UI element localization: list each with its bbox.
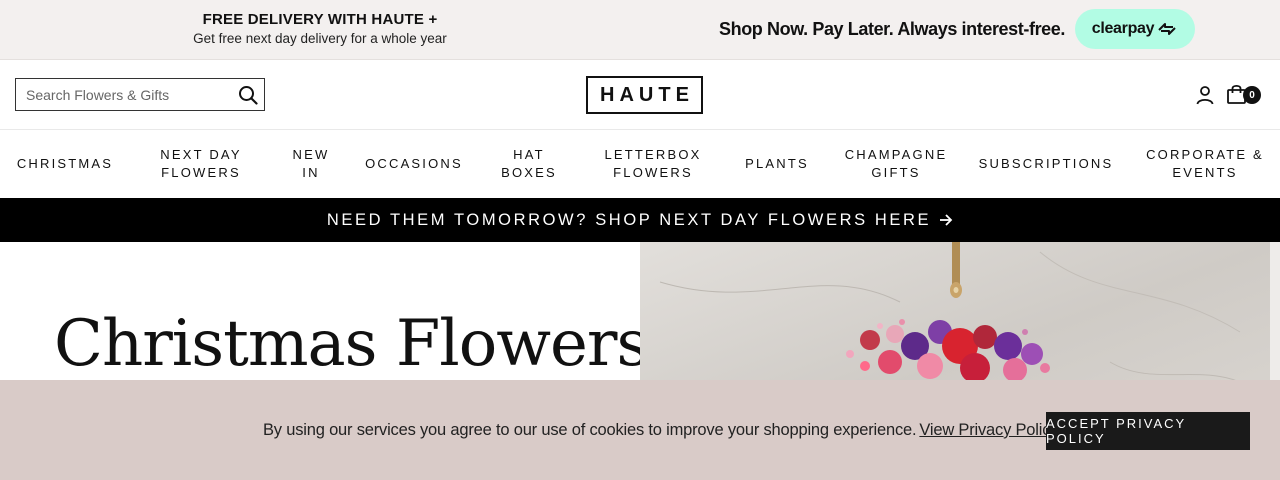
cart-count-badge: 0 bbox=[1243, 86, 1261, 104]
clearpay-label: clearpay bbox=[1091, 20, 1155, 37]
accept-privacy-button[interactable]: ACCEPT PRIVACY POLICY bbox=[1046, 412, 1250, 450]
clearpay-badge[interactable]: clearpay bbox=[1075, 9, 1195, 49]
cookie-text: By using our services you agree to our u… bbox=[263, 421, 917, 439]
pay-later-text: Shop Now. Pay Later. Always interest-fre… bbox=[719, 18, 1065, 39]
user-icon bbox=[1196, 86, 1214, 105]
delivery-promo-title: FREE DELIVERY WITH HAUTE + bbox=[202, 11, 438, 28]
nav-item-christmas[interactable]: CHRISTMAS bbox=[14, 130, 116, 198]
nav-item-hat-boxes[interactable]: HAT BOXES bbox=[494, 130, 564, 198]
hero-title: Christmas Flowers bbox=[54, 307, 649, 381]
delivery-promo-subtitle: Get free next day delivery for a whole y… bbox=[193, 31, 447, 46]
search-box bbox=[15, 78, 265, 111]
nav-item-occasions[interactable]: OCCASIONS bbox=[362, 130, 466, 198]
main-nav: CHRISTMAS NEXT DAY FLOWERS NEW IN OCCASI… bbox=[0, 130, 1280, 198]
cookie-message: By using our services you agree to our u… bbox=[263, 421, 1059, 440]
site-header: HAUTE 0 bbox=[0, 60, 1280, 130]
nav-item-next-day-flowers[interactable]: NEXT DAY FLOWERS bbox=[152, 130, 250, 198]
nav-item-corporate-events[interactable]: CORPORATE & EVENTS bbox=[1140, 130, 1270, 198]
promo-bar: FREE DELIVERY WITH HAUTE + Get free next… bbox=[0, 0, 1280, 60]
nav-item-champagne-gifts[interactable]: CHAMPAGNE GIFTS bbox=[836, 130, 956, 198]
nav-item-new-in[interactable]: NEW IN bbox=[286, 130, 336, 198]
clearpay-promo[interactable]: Shop Now. Pay Later. Always interest-fre… bbox=[719, 9, 1195, 49]
nav-item-letterbox-flowers[interactable]: LETTERBOX FLOWERS bbox=[596, 130, 710, 198]
search-button[interactable] bbox=[232, 79, 264, 110]
privacy-policy-link[interactable]: View Privacy Policy bbox=[919, 421, 1058, 439]
cookie-banner: By using our services you agree to our u… bbox=[0, 380, 1280, 480]
nav-item-plants[interactable]: PLANTS bbox=[740, 130, 814, 198]
delivery-promo[interactable]: FREE DELIVERY WITH HAUTE + Get free next… bbox=[170, 10, 470, 48]
site-logo[interactable]: HAUTE bbox=[586, 76, 703, 114]
search-input[interactable] bbox=[16, 80, 232, 109]
next-day-banner-text: NEED THEM TOMORROW? SHOP NEXT DAY FLOWER… bbox=[326, 210, 932, 229]
search-icon bbox=[239, 85, 258, 105]
account-button[interactable] bbox=[1195, 85, 1215, 105]
clearpay-arrows-icon bbox=[1158, 23, 1176, 35]
arrow-right-icon bbox=[940, 214, 953, 226]
nav-item-subscriptions[interactable]: SUBSCRIPTIONS bbox=[976, 130, 1116, 198]
next-day-banner[interactable]: NEED THEM TOMORROW? SHOP NEXT DAY FLOWER… bbox=[0, 198, 1280, 242]
